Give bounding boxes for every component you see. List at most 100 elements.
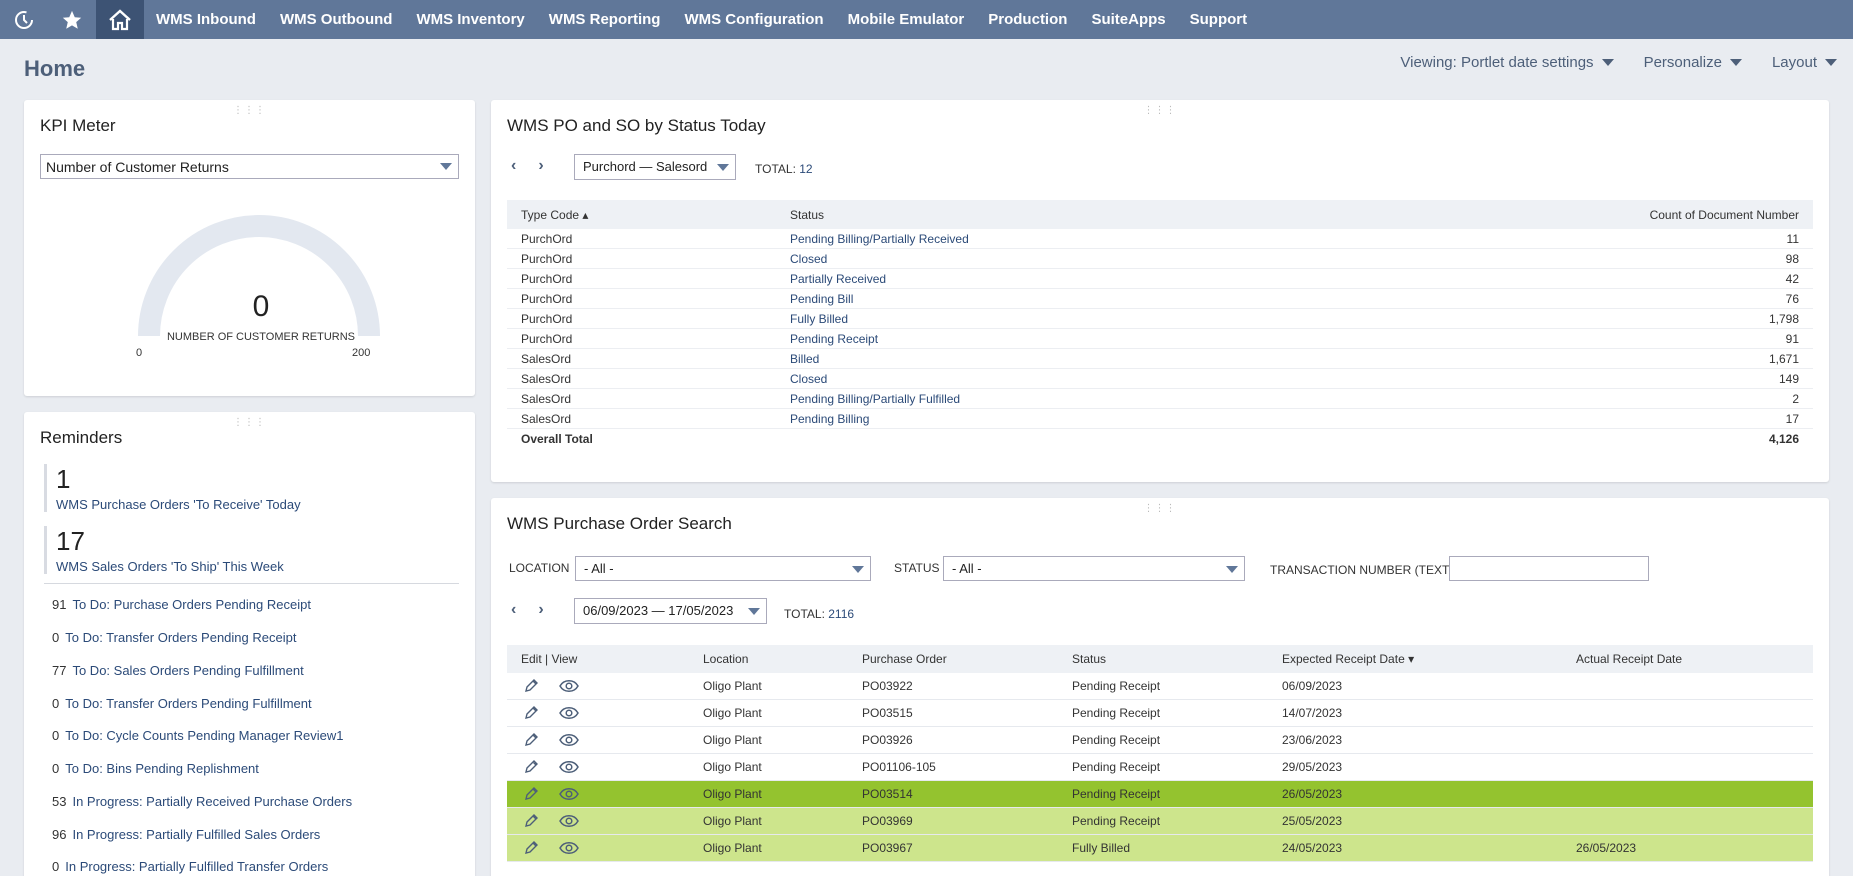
status-cell-link[interactable]: Pending Receipt — [790, 332, 878, 346]
column-header-expected-receipt-date[interactable]: Expected Receipt Date ▾ — [1282, 652, 1414, 666]
view-icon[interactable] — [559, 705, 579, 724]
reminder-item[interactable]: 96 In Progress: Partially Fulfilled Sales… — [52, 827, 320, 842]
reminder-item-label[interactable]: To Do: Bins Pending Replishment — [65, 761, 259, 776]
reminder-label[interactable]: WMS Sales Orders 'To Ship' This Week — [56, 559, 284, 574]
status-cell-link[interactable]: Pending Billing/Partially Fulfilled — [790, 392, 960, 406]
view-icon[interactable] — [559, 759, 579, 778]
edit-icon[interactable] — [523, 732, 539, 751]
table-row[interactable]: Oligo Plant PO03969 Pending Receipt 25/05/2… — [507, 808, 1813, 835]
home-icon[interactable] — [96, 0, 144, 39]
column-header-type-code[interactable]: Type Code ▴ — [521, 208, 588, 222]
overall-total-label: Overall Total — [521, 432, 593, 446]
filter-dropdown[interactable]: Purchord — Salesord — [574, 154, 736, 180]
edit-icon[interactable] — [523, 786, 539, 805]
reminder-item-label[interactable]: In Progress: Partially Fulfilled Transfe… — [65, 859, 328, 874]
reminders-portlet: ⋮⋮⋮ Reminders 1 WMS Purchase Orders 'To … — [24, 412, 475, 876]
edit-icon[interactable] — [523, 840, 539, 859]
column-header-purchase-order[interactable]: Purchase Order — [862, 652, 947, 666]
status-cell-link[interactable]: Closed — [790, 252, 827, 266]
status-cell-link[interactable]: Partially Received — [790, 272, 886, 286]
column-header-status[interactable]: Status — [790, 208, 824, 222]
reminder-item[interactable]: 0 To Do: Transfer Orders Pending Receipt — [52, 630, 296, 645]
date-range-dropdown[interactable]: 06/09/2023 — 17/05/2023 — [574, 598, 767, 624]
view-icon[interactable] — [559, 786, 579, 805]
view-icon[interactable] — [559, 813, 579, 832]
reminder-item[interactable]: 77 To Do: Sales Orders Pending Fulfillmen… — [52, 663, 304, 678]
view-icon[interactable] — [559, 840, 579, 859]
kpi-select[interactable]: Number of Customer Returns — [40, 154, 459, 179]
nav-wms-inventory[interactable]: WMS Inventory — [404, 0, 536, 39]
drag-handle-icon[interactable]: ⋮⋮⋮ — [1144, 105, 1177, 116]
nav-production[interactable]: Production — [976, 0, 1079, 39]
drag-handle-icon[interactable]: ⋮⋮⋮ — [233, 417, 266, 428]
location-select[interactable]: - All - — [575, 556, 871, 581]
pager: ‹ › — [511, 157, 544, 175]
reminder-highlight[interactable]: 1 WMS Purchase Orders 'To Receive' Today — [44, 464, 301, 512]
edit-icon[interactable] — [523, 678, 539, 697]
drag-handle-icon[interactable]: ⋮⋮⋮ — [1144, 503, 1177, 514]
nav-support[interactable]: Support — [1178, 0, 1260, 39]
column-header-count[interactable]: Count of Document Number — [1650, 208, 1799, 222]
status-select[interactable]: - All - — [943, 556, 1245, 581]
chevron-down-icon — [440, 163, 452, 170]
nav-wms-outbound[interactable]: WMS Outbound — [268, 0, 404, 39]
status-cell-link[interactable]: Closed — [790, 372, 827, 386]
chevron-left-icon[interactable]: ‹ — [511, 157, 516, 175]
nav-suiteapps[interactable]: SuiteApps — [1079, 0, 1177, 39]
reminder-item-label[interactable]: To Do: Transfer Orders Pending Fulfillme… — [65, 696, 311, 711]
recent-icon[interactable] — [0, 0, 48, 39]
reminder-item-label[interactable]: To Do: Purchase Orders Pending Receipt — [72, 597, 310, 612]
personalize-dropdown[interactable]: Personalize — [1644, 54, 1742, 71]
status-cell-link[interactable]: Billed — [790, 352, 819, 366]
column-header-actual-receipt-date[interactable]: Actual Receipt Date — [1576, 652, 1682, 666]
reminder-item[interactable]: 0 In Progress: Partially Fulfilled Transf… — [52, 859, 328, 874]
reminder-item-label[interactable]: To Do: Transfer Orders Pending Receipt — [65, 630, 296, 645]
reminder-item[interactable]: 0 To Do: Bins Pending Replishment — [52, 761, 259, 776]
reminder-item-label[interactable]: To Do: Cycle Counts Pending Manager Revi… — [65, 728, 343, 743]
layout-dropdown[interactable]: Layout — [1772, 54, 1837, 71]
chevron-right-icon[interactable]: › — [538, 601, 543, 619]
reminder-item[interactable]: 0 To Do: Transfer Orders Pending Fulfillm… — [52, 696, 312, 711]
drag-handle-icon[interactable]: ⋮⋮⋮ — [233, 105, 266, 116]
view-icon[interactable] — [559, 732, 579, 751]
table-row[interactable]: Oligo Plant PO03922 Pending Receipt 06/09/2… — [507, 673, 1813, 700]
table-row[interactable]: Oligo Plant PO03967 Fully Billed 24/05/2023… — [507, 835, 1813, 862]
column-header-location[interactable]: Location — [703, 652, 748, 666]
view-icon[interactable] — [559, 678, 579, 697]
star-icon[interactable] — [48, 0, 96, 39]
table-row: SalesOrd Pending Billing 17 — [507, 409, 1813, 429]
reminder-item[interactable]: 91 To Do: Purchase Orders Pending Receipt — [52, 597, 311, 612]
nav-wms-configuration[interactable]: WMS Configuration — [672, 0, 835, 39]
edit-icon[interactable] — [523, 759, 539, 778]
edit-icon[interactable] — [523, 813, 539, 832]
table-row[interactable]: Oligo Plant PO03926 Pending Receipt 23/06/2… — [507, 727, 1813, 754]
count-cell: 91 — [1785, 332, 1799, 346]
nav-mobile-emulator[interactable]: Mobile Emulator — [836, 0, 977, 39]
reminder-item-label[interactable]: In Progress: Partially Received Purchase… — [72, 794, 352, 809]
viewing-dropdown[interactable]: Viewing: Portlet date settings — [1400, 54, 1614, 71]
edit-icon[interactable] — [523, 705, 539, 724]
reminder-label[interactable]: WMS Purchase Orders 'To Receive' Today — [56, 497, 301, 512]
status-cell-link[interactable]: Pending Billing/Partially Received — [790, 232, 969, 246]
reminder-item[interactable]: 53 In Progress: Partially Received Purcha… — [52, 794, 352, 809]
status-cell-link[interactable]: Pending Bill — [790, 292, 853, 306]
nav-wms-reporting[interactable]: WMS Reporting — [537, 0, 673, 39]
count-cell: 1,798 — [1768, 312, 1799, 326]
reminder-item-label[interactable]: To Do: Sales Orders Pending Fulfillment — [72, 663, 303, 678]
reminder-item[interactable]: 0 To Do: Cycle Counts Pending Manager Rev… — [52, 728, 343, 743]
table-row[interactable]: Oligo Plant PO01106-105 Pending Receipt 29/… — [507, 754, 1813, 781]
chevron-right-icon[interactable]: › — [538, 157, 543, 175]
table-row[interactable]: Oligo Plant PO03514 Pending Receipt 26/05/2… — [507, 781, 1813, 808]
transaction-number-input[interactable] — [1449, 556, 1649, 581]
column-header-status[interactable]: Status — [1072, 652, 1106, 666]
portlet-title: Reminders — [40, 428, 123, 447]
location-value: - All - — [584, 561, 614, 576]
reminder-highlight[interactable]: 17 WMS Sales Orders 'To Ship' This Week — [44, 526, 284, 574]
status-cell-link[interactable]: Fully Billed — [790, 312, 848, 326]
chevron-left-icon[interactable]: ‹ — [511, 601, 516, 619]
status-cell-link[interactable]: Pending Billing — [790, 412, 869, 426]
table-row[interactable]: Oligo Plant PO03515 Pending Receipt 14/07/2… — [507, 700, 1813, 727]
reminder-item-label[interactable]: In Progress: Partially Fulfilled Sales O… — [72, 827, 320, 842]
count-cell: 98 — [1785, 252, 1799, 266]
nav-wms-inbound[interactable]: WMS Inbound — [144, 0, 268, 39]
